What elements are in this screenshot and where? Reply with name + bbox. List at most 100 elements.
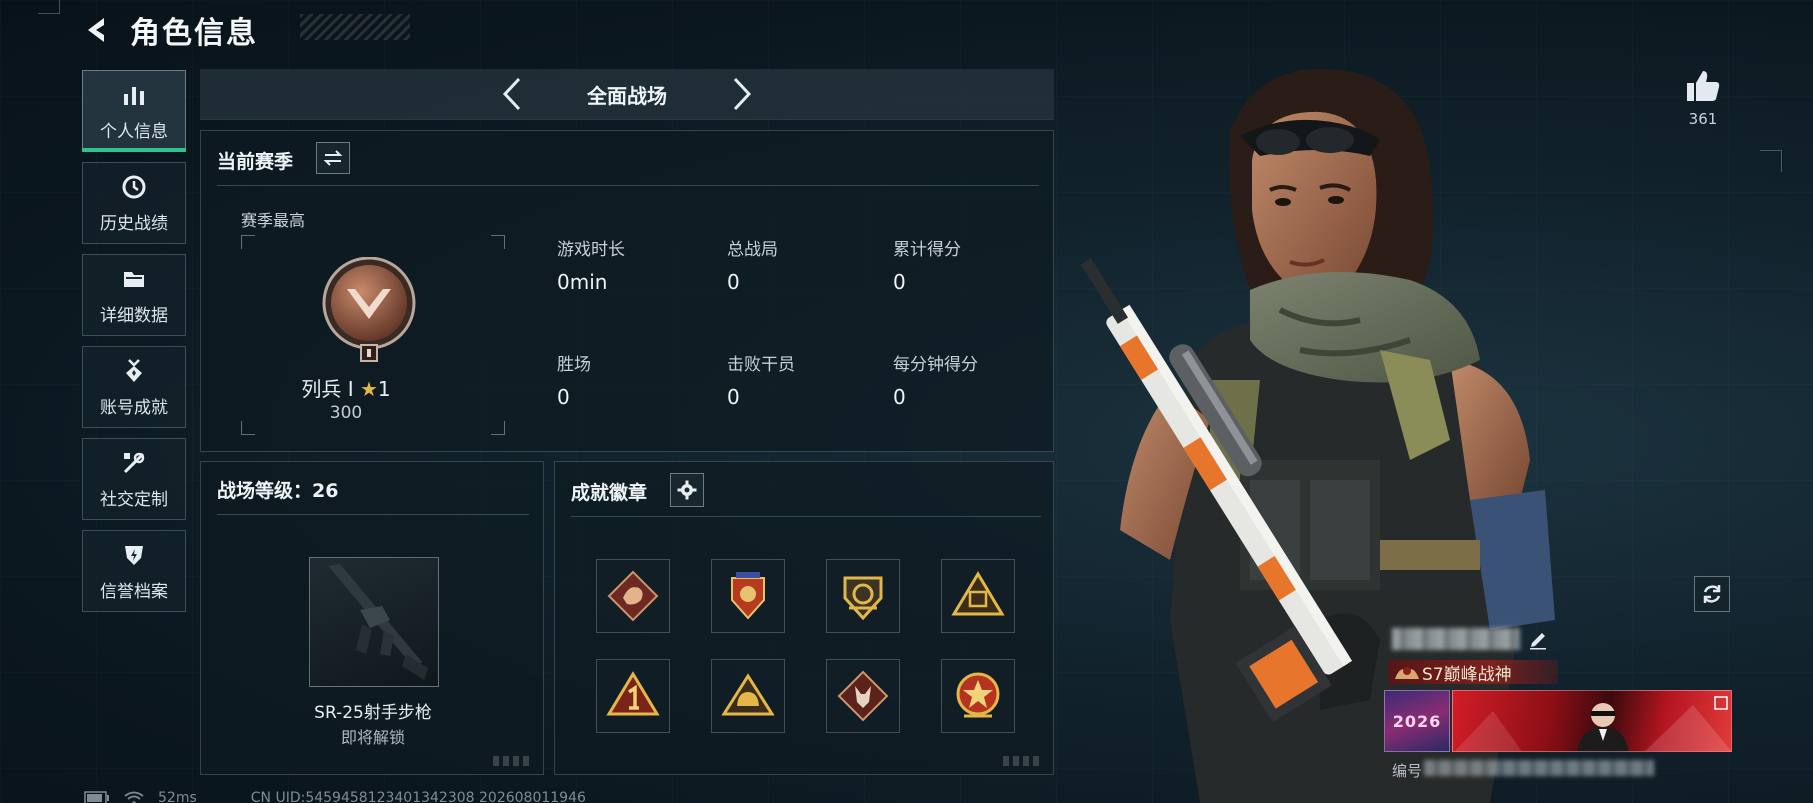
star-icon: ★ [359,377,378,401]
stat-value: 0 [557,385,570,409]
stat-label: 胜场 [557,355,591,375]
rifle-icon [328,564,428,680]
mode-selector: 全面战场 [200,69,1054,120]
stat-label: 游戏时长 [557,240,625,260]
badge-slot[interactable] [596,559,670,633]
stat-total-score: 累计得分 0 [893,235,961,294]
sidebar: 个人信息 历史战绩 详细数据 账号成就 社交定制 信誉档案 [82,70,187,622]
badge-slot[interactable] [941,559,1015,633]
sidebar-item-detailed-data[interactable]: 详细数据 [82,254,186,336]
sidebar-item-label: 社交定制 [100,489,168,510]
id-label: 编号 [1392,762,1423,780]
stat-label: 击败干员 [727,355,795,375]
medal-icon [120,357,148,385]
weapon-lock-status: 即将解锁 [340,728,405,747]
chevron-right-icon [733,77,752,111]
wifi-icon [124,791,144,803]
thumbs-up-icon [1687,71,1720,101]
sidebar-item-reputation[interactable]: 信誉档案 [82,530,186,612]
stat-value: 0 [727,385,740,409]
folder-icon [120,265,148,293]
badges-title: 成就徽章 [571,482,648,504]
stat-kills: 击败干员 0 [727,350,795,409]
corner-decoration [38,0,60,14]
avatar-frame-text: 2026 [1392,711,1442,731]
stat-wins: 胜场 0 [557,350,591,409]
divider [217,514,529,515]
stat-value: 0 [893,270,906,294]
sidebar-item-label: 个人信息 [100,121,168,142]
status-footer: 52ms CN UID:5459458123401342308 20260801… [84,790,586,803]
player-id-blurred [1424,760,1654,776]
refresh-button[interactable] [1694,576,1730,612]
like-button[interactable] [1683,66,1723,106]
ping-value: 52ms [158,790,197,803]
player-title-banner[interactable]: S7巅峰战神 [1388,660,1558,685]
season-switch-button[interactable] [316,142,350,174]
sidebar-item-social-custom[interactable]: 社交定制 [82,438,186,520]
refresh-icon [1703,585,1721,603]
title-stripe-decoration [300,14,410,40]
panel-decoration [493,756,533,766]
uid-text: CN UID:5459458123401342308 202608011946 [250,790,586,803]
rank-name: 列兵 I ★1 [201,373,491,402]
stat-value: 0 [893,385,906,409]
battery-icon [84,791,109,803]
dragon-badge-icon [607,570,659,622]
battlefield-level-title: 战场等级：26 [217,480,339,502]
mode-prev-button[interactable] [482,69,542,120]
stat-play-time: 游戏时长 0min [557,235,625,294]
name-card[interactable] [1452,690,1732,752]
name-card-art [1454,696,1731,751]
clock-icon [120,173,148,201]
stat-score-per-minute: 每分钟得分 0 [893,350,978,409]
badge-slot[interactable] [711,559,785,633]
season-best-label: 赛季最高 [241,211,306,230]
rank-name-text: 列兵 I [301,377,354,401]
chevron-left-icon [502,77,521,111]
pyramid-badge-icon [951,571,1005,616]
number-one-badge-icon [606,671,660,716]
rank-stars: 1 [377,377,391,401]
sidebar-item-match-history[interactable]: 历史战绩 [82,162,186,244]
crest-badge-icon [843,576,883,621]
achievement-badges-panel: 成就徽章 [554,461,1054,775]
wolf-badge-icon [837,670,889,722]
stat-value: 0min [557,270,608,294]
bar-chart-icon [120,81,148,109]
badge-slot[interactable] [826,659,900,733]
sidebar-item-label: 信誉档案 [100,581,168,602]
mode-label: 全面战场 [587,83,667,108]
corner-decoration [1760,150,1782,172]
stat-value: 0 [727,270,740,294]
title-emblem-icon [1395,667,1419,679]
badge-slot[interactable] [941,659,1015,733]
weapon-name: SR-25射手步枪 [314,703,432,723]
shield-icon [120,541,148,569]
page-title: 角色信息 [130,16,258,51]
gear-icon [677,480,697,500]
battlefield-level-panel: 战场等级：26 SR-25射手步枪 即将解锁 [200,461,544,775]
weapon-unlock-slot[interactable] [309,557,439,687]
badge-settings-button[interactable] [670,473,704,507]
badge-slot[interactable] [596,659,670,733]
sidebar-item-personal-info[interactable]: 个人信息 [82,70,186,152]
pencil-icon [1530,633,1546,650]
rank-badge-icon [322,257,416,362]
sidebar-item-label: 历史战绩 [100,213,168,234]
back-button[interactable] [80,13,114,47]
sidebar-item-achievements[interactable]: 账号成就 [82,346,186,428]
player-title-text: S7巅峰战神 [1422,664,1512,685]
season-title: 当前赛季 [217,151,294,173]
rank-score: 300 [329,403,363,423]
badge-slot[interactable] [826,559,900,633]
mode-next-button[interactable] [712,69,772,120]
stat-label: 总战局 [727,240,778,260]
stat-total-matches: 总战局 0 [727,235,778,294]
badge-slot[interactable] [711,659,785,733]
divider [217,185,1039,186]
sidebar-item-label: 账号成就 [100,397,168,418]
helmet-badge-icon [721,673,775,716]
edit-name-button[interactable] [1528,630,1548,650]
avatar-frame[interactable]: 2026 [1384,690,1450,752]
